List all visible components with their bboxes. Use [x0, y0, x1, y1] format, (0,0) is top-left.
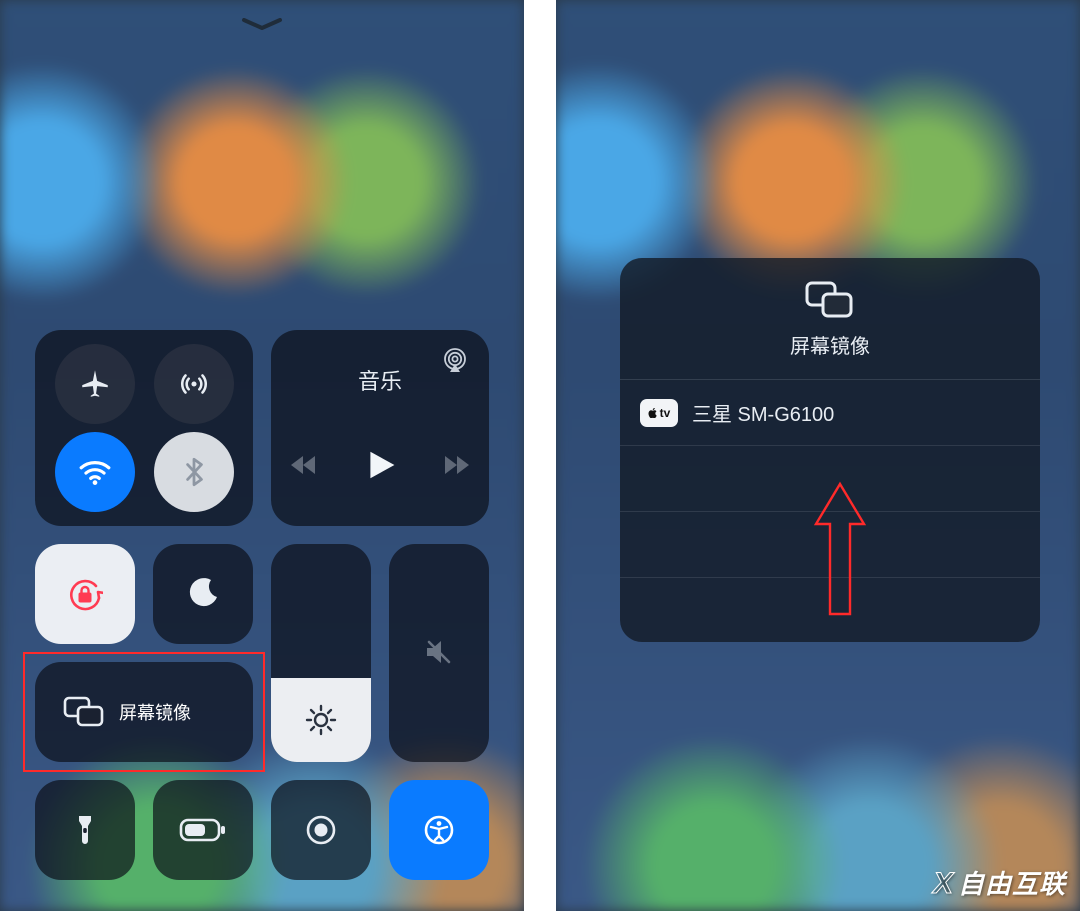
bluetooth-icon: [177, 455, 211, 489]
device-slot-empty: [620, 578, 1040, 642]
next-icon: [442, 450, 472, 480]
mute-icon: [423, 636, 455, 668]
popup-title: 屏幕镜像: [620, 330, 1040, 359]
airplane-icon: [78, 367, 112, 401]
prev-icon: [288, 450, 318, 480]
screen-mirror-icon: [63, 694, 105, 730]
connectivity-group[interactable]: [35, 330, 253, 526]
wifi-toggle[interactable]: [55, 432, 135, 512]
device-list: tv 三星 SM-G6100: [620, 380, 1040, 642]
volume-slider[interactable]: [389, 544, 489, 762]
screen-mirroring-popup: 屏幕镜像 tv 三星 SM-G6100: [620, 258, 1040, 642]
wifi-icon: [78, 455, 112, 489]
media-controls: [271, 447, 489, 488]
screen-mirroring-label: 屏幕镜像: [119, 699, 191, 725]
mirror-device-item[interactable]: tv 三星 SM-G6100: [620, 380, 1040, 446]
cellular-data-toggle[interactable]: [154, 344, 234, 424]
flashlight-icon: [68, 813, 102, 847]
prev-track-button[interactable]: [288, 450, 318, 485]
cellular-antenna-icon: [177, 367, 211, 401]
brightness-icon: [305, 704, 337, 736]
accessibility-icon: [422, 813, 456, 847]
next-track-button[interactable]: [442, 450, 472, 485]
media-title: 音乐: [358, 364, 402, 396]
airplane-mode-toggle[interactable]: [55, 344, 135, 424]
play-icon: [362, 447, 398, 483]
low-power-mode-button[interactable]: [153, 780, 253, 880]
control-center: 音乐: [35, 330, 489, 880]
media-player-tile[interactable]: 音乐: [271, 330, 489, 526]
flashlight-button[interactable]: [35, 780, 135, 880]
orientation-lock-icon: [67, 576, 103, 612]
airplay-audio-icon: [441, 346, 469, 374]
control-center-grabber[interactable]: [240, 18, 284, 32]
brightness-slider[interactable]: [271, 544, 371, 762]
accessibility-shortcut-button[interactable]: [389, 780, 489, 880]
bluetooth-toggle[interactable]: [154, 432, 234, 512]
screen-record-icon: [304, 813, 338, 847]
pane-divider: [524, 0, 556, 911]
orientation-lock-toggle[interactable]: [35, 544, 135, 644]
screen-record-button[interactable]: [271, 780, 371, 880]
device-slot-empty: [620, 512, 1040, 578]
popup-header: 屏幕镜像: [620, 258, 1040, 380]
low-power-icon: [179, 816, 227, 844]
screen-mirror-icon: [804, 280, 856, 320]
device-slot-empty: [620, 446, 1040, 512]
mirror-popup-pane: 屏幕镜像 tv 三星 SM-G6100 X自由互联: [556, 0, 1080, 911]
device-name: 三星 SM-G6100: [692, 398, 834, 427]
control-center-pane: 音乐: [0, 0, 524, 911]
play-button[interactable]: [362, 447, 398, 488]
airplay-audio-button[interactable]: [441, 346, 469, 374]
appletv-badge-icon: tv: [640, 399, 678, 427]
watermark: X自由互联: [933, 864, 1066, 901]
do-not-disturb-toggle[interactable]: [153, 544, 253, 644]
do-not-disturb-icon: [186, 577, 220, 611]
screen-mirroring-button[interactable]: 屏幕镜像: [35, 662, 253, 762]
